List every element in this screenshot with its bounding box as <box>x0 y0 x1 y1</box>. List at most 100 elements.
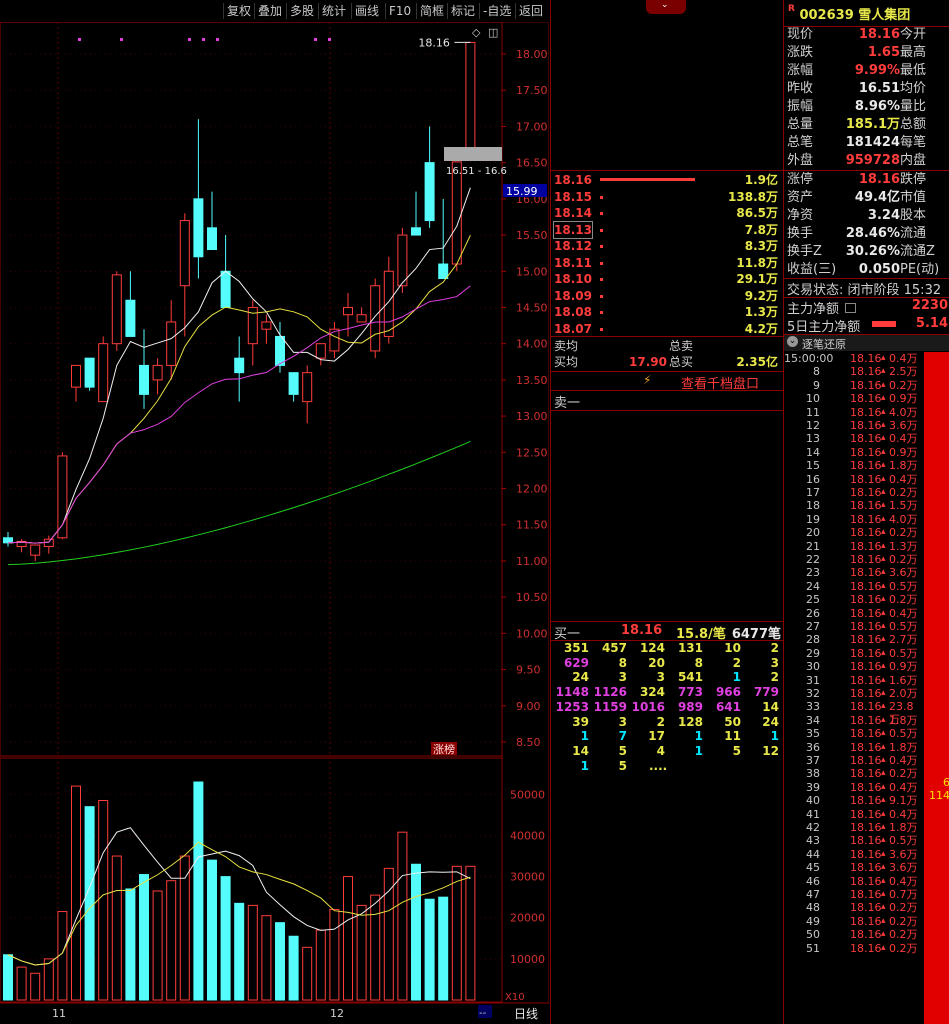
candle-body <box>424 162 435 222</box>
chevron-down-icon: ⌄ <box>787 336 798 347</box>
tick-volume: 4.0万 <box>889 512 918 526</box>
tick-time: 38 <box>806 767 820 781</box>
candle-body <box>166 321 177 366</box>
ask-row[interactable]: 18.10 29.1万 <box>551 271 784 287</box>
tick-price: 18.16 <box>850 365 882 379</box>
ask-row[interactable]: 18.16 1.9亿 <box>551 172 784 188</box>
collapse-handle[interactable]: ⌄ <box>646 0 686 14</box>
price-tick-label: 14.50 <box>516 301 548 314</box>
ask-volume-bar <box>600 178 695 181</box>
book-divider <box>551 336 784 337</box>
buy-queue-cell: 1253 <box>555 699 589 714</box>
buy-queue-cell: 24 <box>572 670 589 685</box>
buy-queue-cell: 1 <box>580 758 589 773</box>
tick-arrow-icon: ▴ <box>881 487 886 497</box>
ask-row[interactable]: 18.12 8.3万 <box>551 238 784 254</box>
buy-queue-cell: 124 <box>639 641 665 655</box>
ask-row[interactable]: 18.13 7.8万 <box>551 220 784 239</box>
tick-volume: 0.2万 <box>889 901 918 915</box>
toolbar-button[interactable]: -自选 <box>479 3 514 19</box>
price-tick-label: 15.50 <box>516 229 548 242</box>
ask-row[interactable]: 18.11 11.8万 <box>551 255 784 271</box>
ask-row[interactable]: 18.14 86.5万 <box>551 205 784 221</box>
tick-time: 42 <box>806 821 820 834</box>
tick-arrow-icon: ▴ <box>881 446 886 457</box>
trade-status: 交易状态: 闭市阶段 15:32 <box>787 283 942 298</box>
tick-arrow-icon: ▴ <box>881 728 886 739</box>
buy-queue-cell: 1016 <box>631 699 665 714</box>
candle-body <box>71 364 81 388</box>
tick-price: 18.16 <box>850 807 882 821</box>
toolbar-button[interactable]: 简框 <box>416 3 447 19</box>
ask-row[interactable]: 18.08 1.3万 <box>551 304 784 320</box>
toolbar-button[interactable]: 标记 <box>447 3 478 19</box>
list-icon <box>845 303 857 313</box>
tick-arrow-icon: ▴ <box>881 848 886 859</box>
ask-row[interactable]: 18.09 9.2万 <box>551 288 784 304</box>
toolbar-button[interactable]: 统计 <box>318 3 349 19</box>
volume-bar <box>343 876 353 1001</box>
volume-bar <box>30 972 41 1001</box>
toolbar-button[interactable]: 复权 <box>223 3 254 19</box>
tick-volume: 0.5万 <box>889 646 918 660</box>
toolbar-button[interactable]: F10 <box>385 3 414 19</box>
volume-bar <box>43 958 54 1001</box>
tick-header[interactable]: ⌄ 逐笔还原 <box>784 335 949 351</box>
tick-time: 9 <box>813 378 820 392</box>
tick-price: 18.16 <box>850 472 882 486</box>
buy-queue-cell: 7 <box>618 729 627 744</box>
toolbar-button[interactable]: 返回 <box>515 3 546 19</box>
quote-row: 换手Z 30.26% 流通Z <box>784 243 949 261</box>
ask-price: 18.10 <box>554 272 592 286</box>
toolbar-button[interactable]: 画线 <box>351 3 382 19</box>
tick-arrow-icon: ▴ <box>881 554 886 564</box>
quote-label: 收益(三) <box>787 262 837 277</box>
depth-link-row[interactable]: ⚡ 查看千档盘口 <box>551 372 784 392</box>
tick-price: 18.16 <box>850 754 882 767</box>
tick-row: 12 18.16 ▴ 3.6万 <box>784 419 924 432</box>
quote-value: 49.4亿 <box>854 190 900 205</box>
quote-label: 振幅 <box>787 99 814 114</box>
tick-time: 51 <box>806 941 820 955</box>
buy-queue-cell: 5 <box>618 758 627 773</box>
kline-chart[interactable]: 18.0017.5017.0016.5016.0015.5015.0014.50… <box>0 22 549 1024</box>
tick-time: 18 <box>806 499 820 513</box>
volume-bar <box>84 806 95 1001</box>
buy-queue-cell: 131 <box>677 641 703 655</box>
quote-label: 资产 <box>787 190 814 205</box>
volume-bar <box>370 894 381 1001</box>
tick-arrow-icon: ▴ <box>881 795 886 806</box>
toolbar-button[interactable]: 叠加 <box>254 3 285 19</box>
toolbar-button[interactable]: 多股 <box>286 3 317 19</box>
tick-row: 15 18.16 ▴ 1.8万 <box>784 459 924 472</box>
tick-price: 18.16 <box>850 834 882 848</box>
ask-row[interactable]: 18.15 138.8万 <box>551 189 784 205</box>
tick-row: 39 18.16 ▴ 0.4万 <box>784 781 924 794</box>
stock-header: R 002639 雪人集团 <box>788 4 910 23</box>
volume-tick-label: 10000 <box>510 953 545 966</box>
buy-queue-cell: 1126 <box>593 685 627 700</box>
tick-volume: 0.7万 <box>889 888 918 901</box>
ask-row[interactable]: 18.07 4.2万 <box>551 321 784 337</box>
buy-queue-cell: 773 <box>677 685 703 700</box>
tick-arrow-icon: ▴ <box>881 621 886 631</box>
tick-row: 9 18.16 ▴ 0.2万 <box>784 379 924 392</box>
price-tick-label: 13.50 <box>516 374 548 387</box>
buy-queue-cell: 457 <box>601 641 627 655</box>
tick-volume: 0.4万 <box>889 780 918 794</box>
tick-time: 46 <box>806 874 820 888</box>
volume-bar <box>261 915 272 1001</box>
quote-value: 0.050 <box>858 262 900 277</box>
tick-price: 18.16 <box>850 861 882 875</box>
order-book-panel: ⌄ 18.16 1.9亿 18.15 138.8万 18.14 86.5万 18.13 7.8… <box>550 0 784 1024</box>
tick-volume: 0.2万 <box>889 553 918 566</box>
tick-row: 29 18.16 ▴ 0.5万 <box>784 647 924 660</box>
tick-time: 49 <box>806 914 820 928</box>
month-label: 11 <box>52 1007 66 1020</box>
volume-bar <box>71 785 81 1001</box>
buy-queue-cell: 2 <box>770 670 779 685</box>
tick-row: 45 18.16 ▴ 3.6万 <box>784 861 924 874</box>
ask-qty: 86.5万 <box>736 206 778 220</box>
tick-price: 18.16 <box>850 593 882 607</box>
tick-price: 18.16 <box>850 606 882 620</box>
